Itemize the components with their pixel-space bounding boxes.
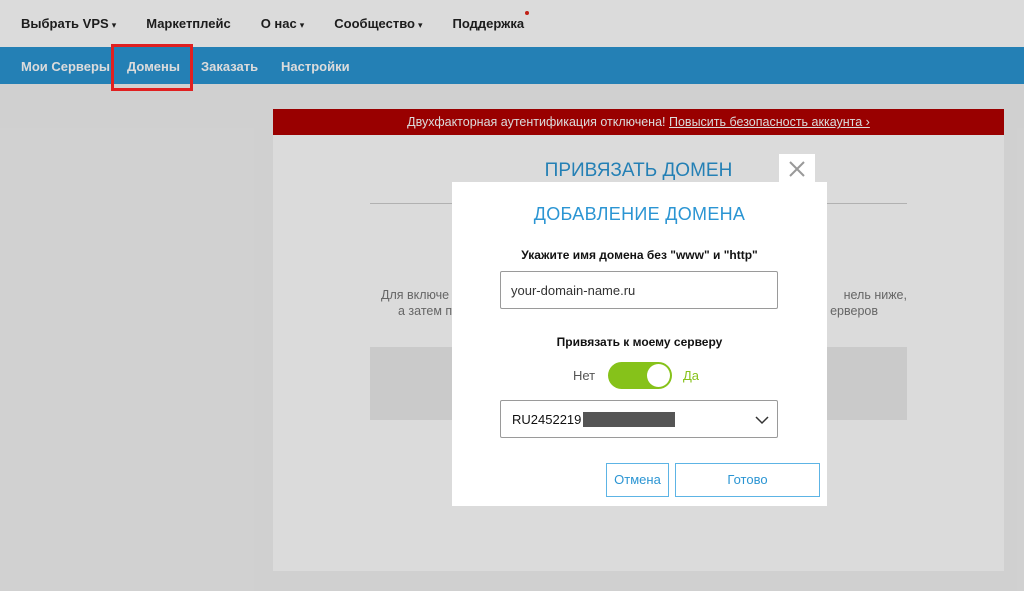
toggle-knob	[647, 364, 670, 387]
toggle-on-label: Да	[683, 368, 700, 383]
server-select-value: RU2452219	[512, 412, 582, 427]
domain-label: Укажите имя домена без "www" и "http"	[521, 248, 758, 262]
close-icon	[789, 161, 805, 177]
bind-server-label: Привязать к моему серверу	[556, 335, 723, 349]
redacted-bar	[583, 412, 675, 427]
done-button[interactable]: Готово	[675, 463, 820, 497]
modal-title: ДОБАВЛЕНИЕ ДОМЕНА	[533, 204, 746, 224]
close-button[interactable]	[779, 154, 815, 184]
highlight-box	[111, 44, 193, 91]
server-select[interactable]: RU2452219	[500, 400, 778, 438]
cancel-button[interactable]: Отмена	[606, 463, 669, 497]
bind-server-toggle[interactable]	[608, 362, 672, 389]
domain-input[interactable]	[500, 271, 778, 309]
toggle-off-label: Нет	[573, 368, 596, 383]
chevron-down-icon	[755, 416, 769, 425]
add-domain-modal: ДОБАВЛЕНИЕ ДОМЕНА Укажите имя домена без…	[452, 182, 827, 506]
